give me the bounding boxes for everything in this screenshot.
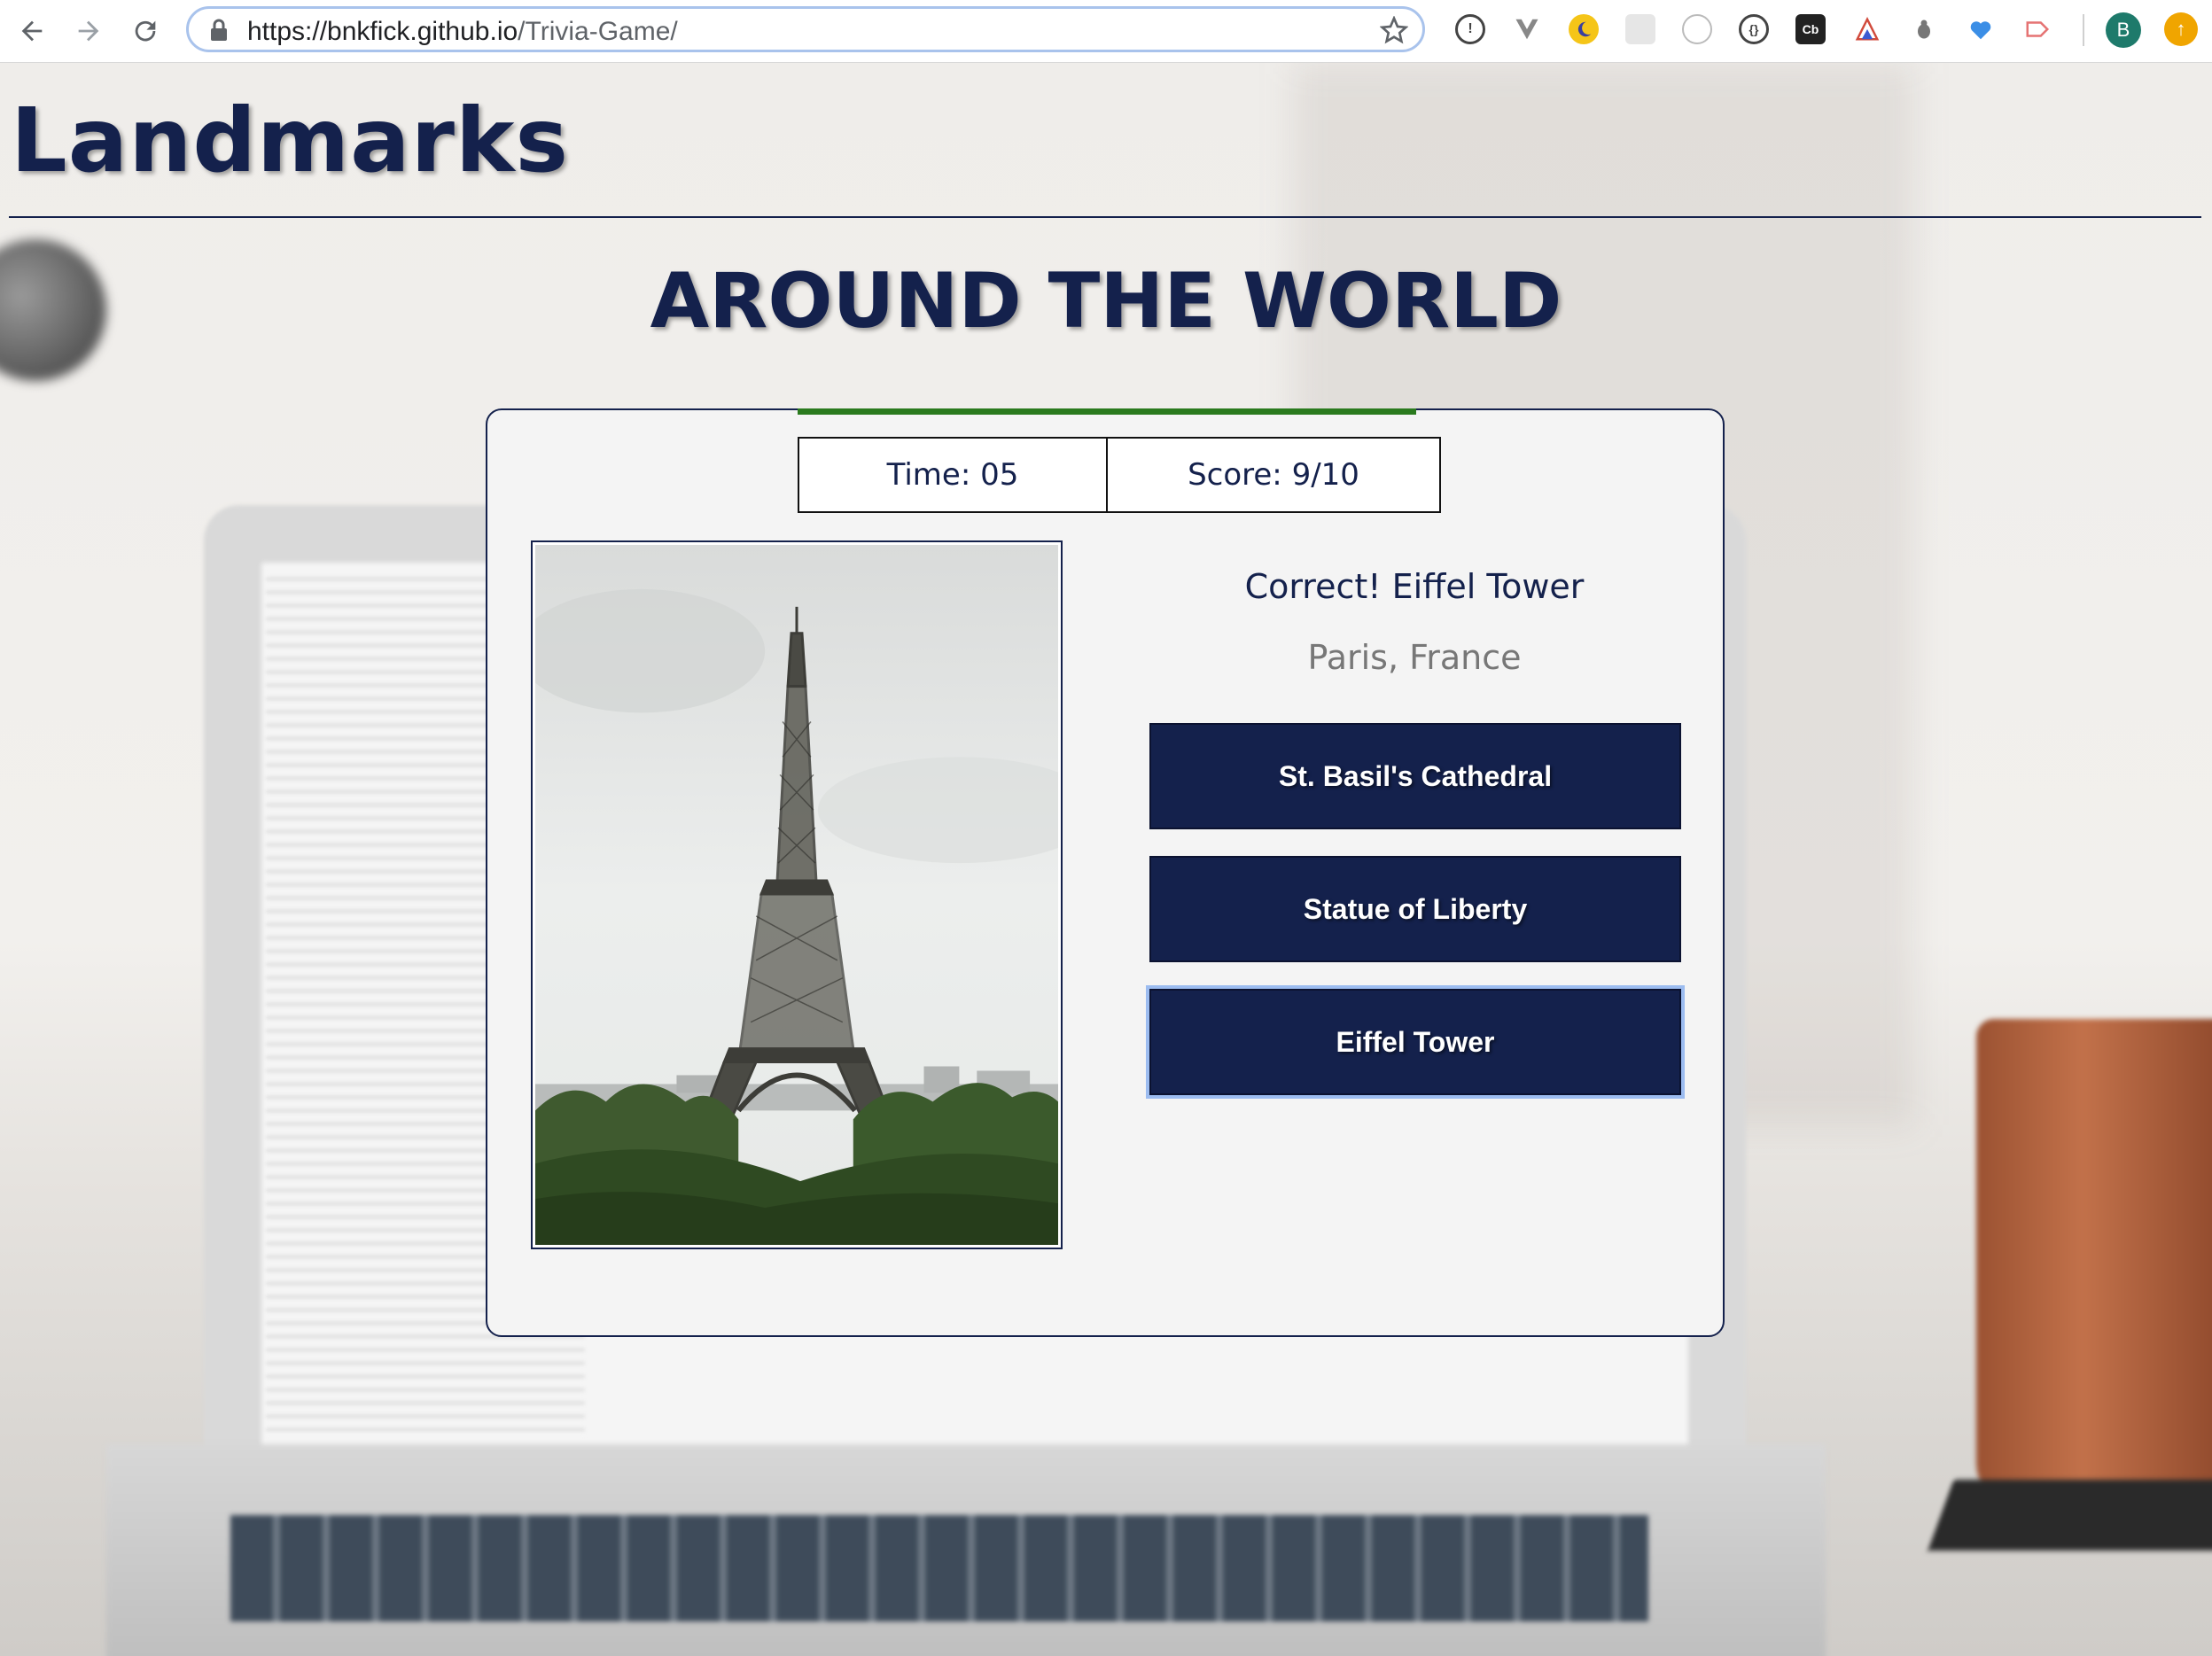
update-arrow-icon[interactable]: ↑ bbox=[2164, 12, 2198, 46]
url-path: /Trivia-Game/ bbox=[518, 17, 678, 46]
background-keyboard bbox=[230, 1515, 1648, 1621]
landmark-image bbox=[531, 540, 1063, 1249]
time-display: Time: 05 bbox=[799, 439, 1108, 511]
url-domain: https://bnkfick.github.io bbox=[247, 17, 518, 46]
extension-arrow-tag-icon[interactable] bbox=[2022, 14, 2052, 44]
answer-button-eiffel-tower[interactable]: Eiffel Tower bbox=[1149, 989, 1681, 1095]
lock-icon bbox=[211, 19, 227, 41]
answer-button-st-basils[interactable]: St. Basil's Cathedral bbox=[1149, 723, 1681, 829]
arrow-right-icon bbox=[78, 20, 99, 42]
score-display: Score: 9/10 bbox=[1188, 457, 1359, 493]
timer-progress-bar bbox=[798, 408, 1416, 415]
stats-bar: Time: 05 Score: 9/10 bbox=[798, 437, 1441, 513]
landmark-location-text: Paris, France bbox=[1307, 638, 1522, 677]
eiffel-tower-photo bbox=[535, 545, 1058, 1245]
extension-moon-icon[interactable] bbox=[1569, 14, 1599, 44]
extension-camera-icon[interactable] bbox=[1682, 14, 1712, 44]
reload-button[interactable] bbox=[124, 10, 167, 52]
answer-result-text: Correct! Eiffel Tower bbox=[1244, 567, 1585, 606]
back-button[interactable] bbox=[11, 10, 53, 52]
answer-button-statue-of-liberty[interactable]: Statue of Liberty bbox=[1149, 856, 1681, 962]
toolbar-separator bbox=[2083, 14, 2084, 46]
bookmark-star-icon[interactable] bbox=[1380, 16, 1408, 44]
site-title: Landmarks bbox=[11, 89, 569, 192]
extension-json-icon[interactable]: {} bbox=[1739, 14, 1769, 44]
url-text: https://bnkfick.github.io/Trivia-Game/ bbox=[247, 17, 678, 47]
extension-grid-icon[interactable] bbox=[1625, 14, 1655, 44]
header-divider bbox=[9, 216, 2201, 218]
address-bar[interactable]: https://bnkfick.github.io/Trivia-Game/ bbox=[186, 6, 1425, 52]
extension-heart-shield-icon[interactable] bbox=[1966, 14, 1996, 44]
forward-button[interactable] bbox=[67, 10, 110, 52]
reload-icon bbox=[135, 20, 156, 42]
profile-avatar[interactable]: B bbox=[2106, 12, 2141, 48]
arrow-left-icon bbox=[21, 20, 43, 42]
extension-chart-icon[interactable] bbox=[1852, 14, 1882, 44]
extension-info-icon[interactable]: ! bbox=[1455, 14, 1485, 44]
extension-bug-icon[interactable] bbox=[1909, 14, 1939, 44]
extension-cb-icon[interactable]: Cb bbox=[1795, 14, 1826, 44]
background-cup bbox=[1976, 1019, 2212, 1515]
background-coaster bbox=[1928, 1480, 2212, 1551]
extension-vue-icon[interactable] bbox=[1512, 14, 1542, 44]
page-subtitle: AROUND THE WORLD bbox=[650, 257, 1562, 346]
browser-toolbar: https://bnkfick.github.io/Trivia-Game/ !… bbox=[0, 0, 2212, 63]
